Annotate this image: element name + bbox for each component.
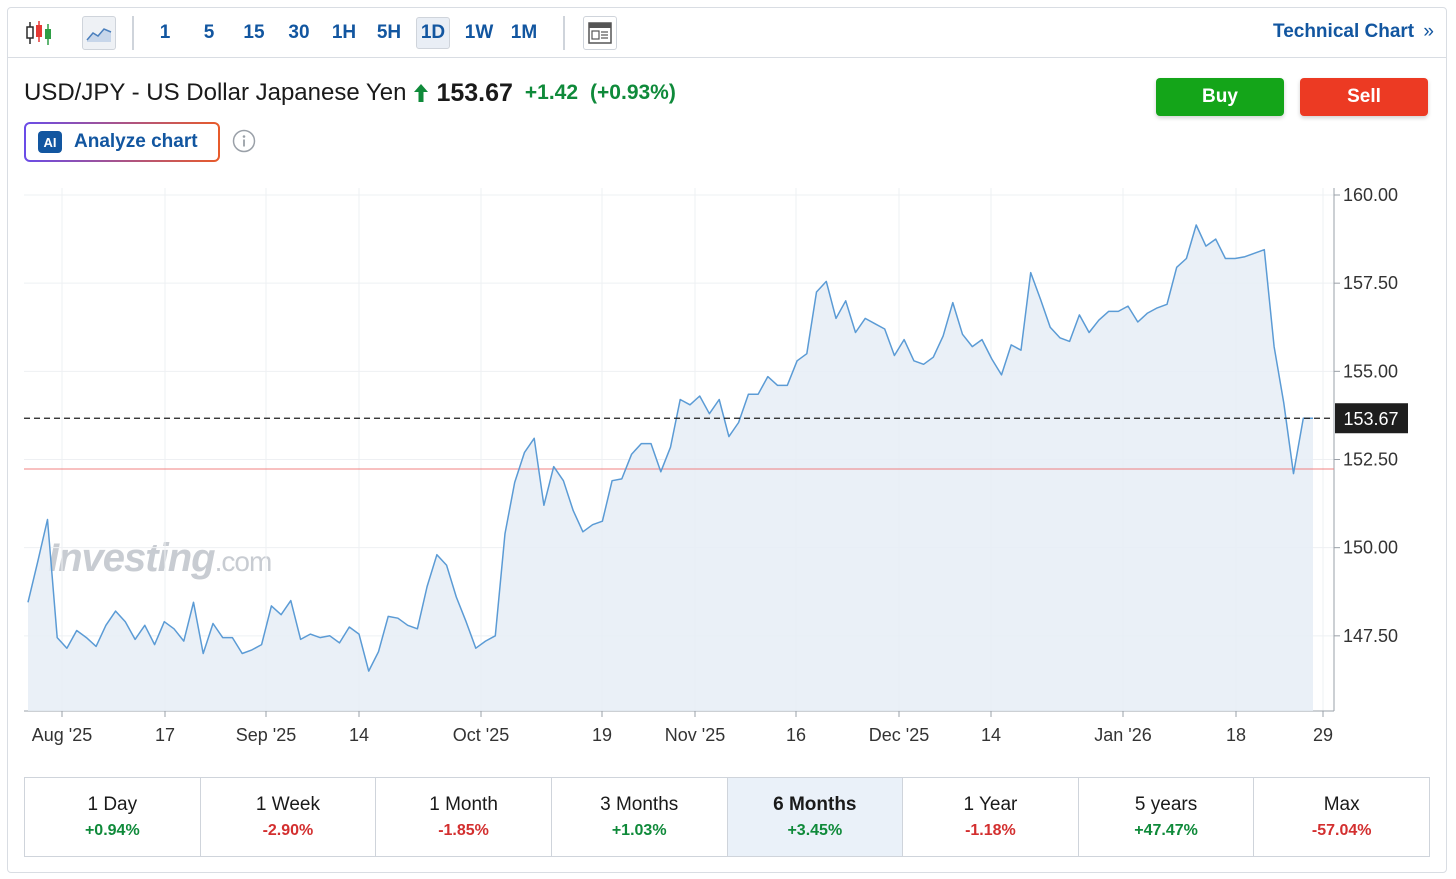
- analyze-chart-button[interactable]: AI Analyze chart: [24, 122, 220, 162]
- double-chevron-right-icon: »: [1423, 21, 1434, 42]
- period-5-years[interactable]: 5 years +47.47%: [1079, 778, 1255, 856]
- period-change: -1.18%: [965, 822, 1016, 839]
- technical-chart-link[interactable]: Technical Chart »: [1273, 21, 1434, 43]
- price-change: +1.42: [524, 81, 579, 104]
- period-label: Max: [1323, 794, 1360, 815]
- up-arrow-icon: [414, 84, 429, 102]
- technical-chart-label: Technical Chart: [1273, 21, 1415, 42]
- x-tick-label: 19: [592, 725, 612, 745]
- period-6-months[interactable]: 6 Months +3.45%: [727, 778, 904, 856]
- last-price: 153.67: [436, 78, 513, 107]
- period-label: 6 Months: [773, 794, 857, 815]
- price-area-fill: [28, 225, 1313, 711]
- period-1-month[interactable]: 1 Month -1.85%: [376, 778, 552, 856]
- period-1-year[interactable]: 1 Year -1.18%: [903, 778, 1079, 856]
- x-tick-label: Dec '25: [869, 725, 929, 745]
- timeframe-1h[interactable]: 1H: [328, 17, 360, 49]
- period-change: -57.04%: [1311, 822, 1372, 839]
- price-change-percent: (+0.93%): [590, 81, 676, 104]
- y-tick-label: 160.00: [1343, 185, 1398, 205]
- timeframe-5h[interactable]: 5H: [372, 17, 406, 49]
- y-tick-label: 157.50: [1343, 273, 1398, 293]
- y-tick-label: 147.50: [1343, 626, 1398, 646]
- period-change: +3.45%: [787, 822, 843, 839]
- period-label: 5 years: [1134, 794, 1198, 815]
- y-tick-label: 152.50: [1343, 450, 1398, 470]
- x-tick-label: 17: [155, 725, 175, 745]
- info-icon[interactable]: [232, 129, 256, 153]
- current-price-label: 153.67: [1343, 409, 1398, 429]
- y-tick-label: 150.00: [1343, 538, 1398, 558]
- ai-badge-icon: AI: [38, 131, 62, 153]
- instrument-header: USD/JPY - US Dollar Japanese Yen 153.67 …: [24, 76, 676, 110]
- x-tick-label: Oct '25: [453, 725, 509, 745]
- x-tick-label: 18: [1226, 725, 1246, 745]
- analyze-chart-label: Analyze chart: [74, 131, 198, 152]
- timeframe-30min[interactable]: 30: [283, 17, 315, 49]
- x-tick-label: 14: [349, 725, 369, 745]
- candlestick-icon[interactable]: [22, 16, 56, 50]
- period-1-day[interactable]: 1 Day +0.94%: [25, 778, 201, 856]
- x-tick-label: 16: [786, 725, 806, 745]
- toolbar-divider: [132, 16, 134, 50]
- x-tick-label: Jan '26: [1094, 725, 1151, 745]
- x-tick-label: 14: [981, 725, 1001, 745]
- instrument-title: USD/JPY - US Dollar Japanese Yen: [24, 79, 407, 106]
- period-label: 1 Year: [963, 794, 1018, 815]
- period-change: +0.94%: [84, 822, 140, 839]
- chart-toolbar: 1 5 15 30 1H 5H 1D 1W 1M Technical Chart…: [8, 8, 1446, 58]
- news-layout-icon[interactable]: [583, 16, 617, 50]
- x-tick-label: 29: [1313, 725, 1333, 745]
- period-1-week[interactable]: 1 Week -2.90%: [201, 778, 377, 856]
- timeframe-1d[interactable]: 1D: [416, 17, 450, 49]
- x-tick-label: Aug '25: [32, 725, 93, 745]
- period-change: -2.90%: [262, 822, 314, 839]
- period-label: 3 Months: [600, 794, 679, 815]
- period-change: -1.85%: [438, 822, 489, 839]
- timeframe-1mo[interactable]: 1M: [506, 17, 542, 49]
- y-tick-label: 155.00: [1343, 361, 1398, 381]
- period-label: 1 Month: [429, 794, 498, 815]
- performance-periods: 1 Day +0.94% 1 Week -2.90% 1 Month -1.85% 3 Mo…: [24, 777, 1430, 857]
- period-3-months[interactable]: 3 Months +1.03%: [552, 778, 728, 856]
- period-change: +1.03%: [611, 822, 667, 839]
- period-label: 1 Week: [255, 794, 320, 815]
- period-change: +47.47%: [1134, 822, 1198, 839]
- price-chart[interactable]: 160.00 157.50 155.00 152.50 150.00 147.50 Aug …: [8, 178, 1432, 768]
- x-tick-label: Nov '25: [665, 725, 725, 745]
- x-tick-label: Sep '25: [236, 725, 297, 745]
- timeframe-1min[interactable]: 1: [152, 17, 178, 49]
- toolbar-divider: [563, 16, 565, 50]
- timeframe-1w[interactable]: 1W: [461, 17, 497, 49]
- area-chart-icon[interactable]: [82, 16, 116, 50]
- chart-widget: 1 5 15 30 1H 5H 1D 1W 1M Technical Chart…: [7, 7, 1447, 873]
- timeframe-15min[interactable]: 15: [238, 17, 270, 49]
- period-label: 1 Day: [87, 794, 138, 815]
- sell-button[interactable]: Sell: [1300, 78, 1428, 116]
- buy-button[interactable]: Buy: [1156, 78, 1284, 116]
- period-max[interactable]: Max -57.04%: [1254, 778, 1429, 856]
- timeframe-5min[interactable]: 5: [196, 17, 222, 49]
